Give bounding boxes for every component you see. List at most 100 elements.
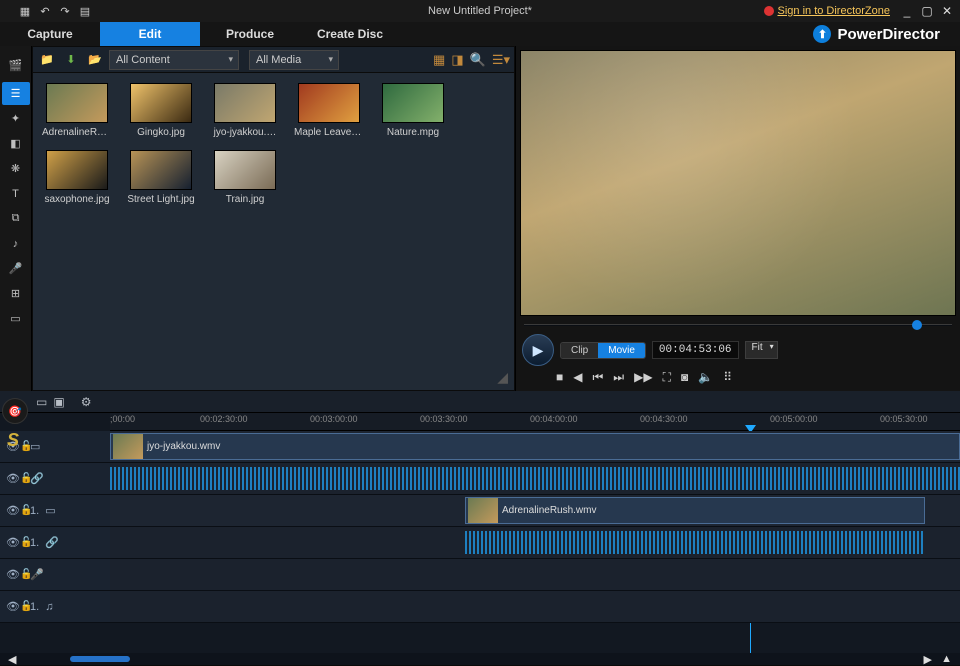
track-header[interactable]: 👁🔓🎤 <box>0 559 110 590</box>
stop-icon[interactable]: ■ <box>556 370 563 385</box>
media-room-icon[interactable]: ☰ <box>2 82 30 105</box>
timeline-view2-icon[interactable]: ▣ <box>53 395 64 409</box>
content-filter-dropdown[interactable]: All Content <box>109 50 239 70</box>
track-header[interactable]: 👁🔓1.🔗 <box>0 527 110 558</box>
zoom-fit-dropdown[interactable]: Fit <box>745 341 778 359</box>
track-header[interactable]: 👁🔓1.♫ <box>0 591 110 622</box>
transport-row: ■ ◀ ⏮ ⏭ ▶▶ ⛶ ◙ 🔈 ⠿ <box>516 370 960 391</box>
signin-link[interactable]: Sign in to DirectorZone <box>764 5 891 17</box>
chapter-room-icon[interactable]: ⊞ <box>2 282 30 305</box>
track-lock-icon[interactable]: 🔓 <box>20 537 32 548</box>
timeline-clip[interactable]: jyo-jyakkou.wmv <box>110 433 960 460</box>
timeline-scroll-thumb[interactable] <box>70 656 130 662</box>
media-item[interactable]: Street Light.jpg <box>127 150 195 205</box>
pill-movie[interactable]: Movie <box>598 343 645 358</box>
track-lane[interactable]: jyo-jyakkou.wmv <box>110 431 960 462</box>
pip-room-icon[interactable]: ◧ <box>2 132 30 155</box>
transition-room-icon[interactable]: ⧉ <box>2 207 30 230</box>
scroll-end-icon[interactable]: ▲ <box>941 653 952 665</box>
view-grid-icon[interactable]: ▦ <box>433 52 445 68</box>
track-lane[interactable]: AdrenalineRush.wmv <box>110 495 960 526</box>
track-lane[interactable] <box>110 527 960 558</box>
mode-tab-capture[interactable]: Capture <box>0 22 100 46</box>
redo-icon[interactable]: ↷ <box>58 4 72 18</box>
screen-icon[interactable]: ⛶ <box>663 370 671 385</box>
import-folder-icon[interactable]: 📁 <box>37 50 57 70</box>
search-library-icon[interactable]: 🔍 <box>470 52 486 68</box>
track-visible-icon[interactable]: 👁 <box>6 472 20 485</box>
clapper-icon[interactable]: 🎬 <box>2 50 30 80</box>
clip-movie-toggle[interactable]: Clip Movie <box>560 342 646 359</box>
media-item[interactable]: Train.jpg <box>211 150 279 205</box>
preview-seek-head[interactable] <box>912 320 922 330</box>
track-visible-icon[interactable]: 👁 <box>6 536 20 549</box>
directorzone-icon <box>764 6 774 16</box>
view-options-icon[interactable]: ◨ <box>451 52 463 68</box>
timeline-settings-icon[interactable]: ⚙ <box>81 395 92 409</box>
undo-icon[interactable]: ↶ <box>38 4 52 18</box>
minimize-button[interactable]: _ <box>900 5 914 17</box>
mode-tab-produce[interactable]: Produce <box>200 22 300 46</box>
ruler-tick: 00:04:30:00 <box>640 414 688 424</box>
track-visible-icon[interactable]: 👁 <box>6 600 20 613</box>
title-room-icon[interactable]: T <box>2 182 30 205</box>
subtitle-room-icon[interactable]: ▭ <box>2 307 30 330</box>
preview-screen[interactable] <box>520 50 956 316</box>
timeline-badge-icon[interactable]: 🎯 <box>2 398 28 424</box>
app-logo-icon: ⬆ <box>813 25 831 43</box>
media-item[interactable]: AdrenalineRush… <box>43 83 111 138</box>
media-filter-dropdown[interactable]: All Media <box>249 50 339 70</box>
track-lock-icon[interactable]: 🔓 <box>20 601 32 612</box>
step-fwd-icon[interactable]: ⏭ <box>613 370 624 385</box>
folder-settings-icon[interactable]: 📂 <box>85 50 105 70</box>
fast-fwd-icon[interactable]: ▶▶ <box>634 370 652 385</box>
timeline-scrollbar[interactable]: ◀ ▶ ▲ <box>0 653 960 665</box>
preview-controls: ▶ Clip Movie 00:04:53:06 Fit <box>516 330 960 370</box>
track-visible-icon[interactable]: 👁 <box>6 568 20 581</box>
track-lock-icon[interactable]: 🔓 <box>20 569 32 580</box>
close-button[interactable]: ✕ <box>940 5 954 17</box>
track-lane[interactable] <box>110 559 960 590</box>
effect-room-icon[interactable]: ✦ <box>2 107 30 130</box>
voice-room-icon[interactable]: 🎤 <box>2 257 30 280</box>
track-visible-icon[interactable]: 👁 <box>6 504 20 517</box>
audio-track-1: 👁🔓🔗 <box>0 463 960 495</box>
new-project-icon[interactable]: ▦ <box>18 4 32 18</box>
track-lock-icon[interactable]: 🔓 <box>20 473 32 484</box>
timeline-view1-icon[interactable]: ▭ <box>36 395 47 409</box>
timeline-clip[interactable]: AdrenalineRush.wmv <box>465 497 925 524</box>
library-resize-icon[interactable]: ◢ <box>497 369 508 386</box>
library-menu-icon[interactable]: ☰▾ <box>492 52 510 68</box>
maximize-button[interactable]: ▢ <box>920 5 934 17</box>
media-item[interactable]: jyo-jyakkou.… <box>211 83 279 138</box>
prev-frame-icon[interactable]: ◀ <box>573 370 582 385</box>
preview-settings-icon[interactable]: ⠿ <box>723 370 732 385</box>
fx-badge-icon[interactable]: S <box>7 430 19 451</box>
particle-room-icon[interactable]: ❋ <box>2 157 30 180</box>
track-header[interactable]: 👁🔓🔗 <box>0 463 110 494</box>
pill-clip[interactable]: Clip <box>561 343 598 358</box>
signin-label: Sign in to DirectorZone <box>778 5 891 17</box>
mode-tab-createdisc[interactable]: Create Disc <box>300 22 400 46</box>
step-back-icon[interactable]: ⏮ <box>592 370 603 385</box>
track-lane[interactable] <box>110 591 960 622</box>
scroll-left-icon[interactable]: ◀ <box>8 653 16 666</box>
track-lock-icon[interactable]: 🔓 <box>20 505 32 516</box>
mode-tab-edit[interactable]: Edit <box>100 22 200 46</box>
volume-icon[interactable]: 🔈 <box>698 370 713 385</box>
save-icon[interactable]: ▤ <box>78 4 92 18</box>
track-lock-icon[interactable]: 🔓 <box>20 441 32 452</box>
import-media-icon[interactable]: ⬇ <box>61 50 81 70</box>
preview-seek-bar[interactable] <box>524 320 952 330</box>
timeline-ruler[interactable]: ;00:00 00:02:30:00 00:03:00:00 00:03:30:… <box>110 413 960 431</box>
media-item[interactable]: Maple Leaves… <box>295 83 363 138</box>
media-item[interactable]: saxophone.jpg <box>43 150 111 205</box>
play-button[interactable]: ▶ <box>522 334 554 366</box>
media-item[interactable]: Gingko.jpg <box>127 83 195 138</box>
media-item[interactable]: Nature.mpg <box>379 83 447 138</box>
snapshot-icon[interactable]: ◙ <box>681 370 688 385</box>
track-lane[interactable] <box>110 463 960 494</box>
scroll-right-icon[interactable]: ▶ <box>924 653 932 666</box>
track-header[interactable]: 👁🔓1.▭ <box>0 495 110 526</box>
audio-room-icon[interactable]: ♪ <box>2 232 30 255</box>
